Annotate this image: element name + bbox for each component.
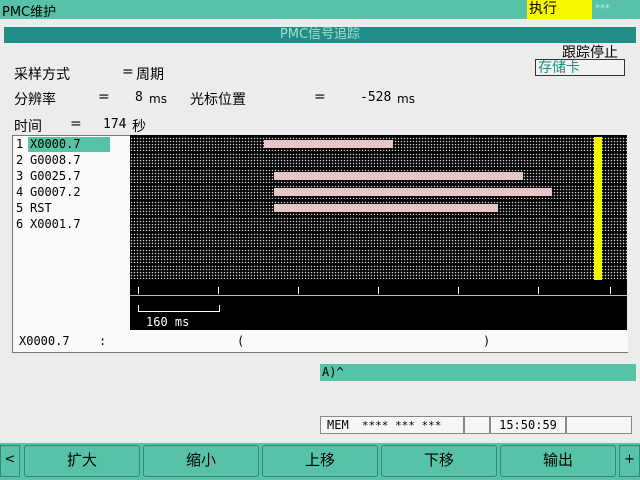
time-value: 174: [103, 117, 127, 132]
time-unit: 秒: [132, 119, 146, 135]
sampling-label: 采样方式: [14, 67, 70, 83]
selected-signal-line: X0000.7 : ( ): [12, 330, 628, 353]
status-mode: MEM: [327, 418, 349, 432]
status-mode-box: MEM **** *** ***: [320, 416, 464, 434]
trace-lane: [130, 217, 627, 231]
trace-lane: [130, 265, 627, 279]
signal-row-6[interactable]: 6 X0001.7: [16, 217, 83, 232]
status-clock: 15:50:59: [490, 416, 566, 434]
signal-number: 4: [16, 185, 24, 199]
signal-name: X0000.7: [28, 137, 110, 152]
signal-row-2[interactable]: 2 G0008.7: [16, 153, 83, 168]
signal-on-segment: [274, 188, 552, 196]
signal-number: 1: [16, 137, 24, 151]
signal-number: 3: [16, 169, 24, 183]
signal-number: 2: [16, 153, 24, 167]
time-tick: [298, 287, 299, 294]
softkey-prev-button[interactable]: <: [0, 445, 20, 477]
paren-open: (: [237, 334, 245, 348]
status-empty-box: [464, 416, 490, 434]
softkey-up-button[interactable]: 上移: [262, 445, 378, 477]
softkey-next-button[interactable]: +: [619, 445, 640, 477]
exec-mode-indicator: 执行: [527, 0, 592, 19]
signal-row-5[interactable]: 5 RST: [16, 201, 54, 216]
time-tick: [218, 287, 219, 294]
signal-row-3[interactable]: 3 G0025.7: [16, 169, 83, 184]
sampling-value: 周期: [136, 67, 164, 83]
resolution-value: 8: [135, 90, 143, 105]
scale-bracket-right: [219, 305, 220, 312]
trace-lane: [130, 233, 627, 247]
signal-name: G0025.7: [30, 169, 81, 183]
trace-lane: [130, 249, 627, 263]
cursor-unit: ms: [397, 92, 415, 106]
signal-on-segment: [274, 204, 498, 212]
trace-lane: [130, 153, 627, 167]
cursor-eq: =: [314, 89, 326, 105]
time-tick: [378, 287, 379, 294]
resolution-eq: =: [98, 89, 110, 105]
status-stars: **** *** ***: [361, 419, 442, 432]
sampling-eq: =: [122, 64, 134, 80]
time-tick: [138, 287, 139, 294]
screen-mode-title: PMC维护: [2, 5, 57, 20]
time-tick: [610, 287, 611, 294]
resolution-unit: ms: [149, 92, 167, 106]
signal-name: G0008.7: [30, 153, 81, 167]
time-axis: [130, 295, 627, 296]
signal-name: RST: [30, 201, 52, 215]
signal-name: X0001.7: [30, 217, 81, 231]
page-title: PMC信号追踪: [4, 27, 636, 43]
selected-signal-colon: :: [99, 334, 107, 348]
softkey-output-button[interactable]: 输出: [500, 445, 616, 477]
softkey-down-button[interactable]: 下移: [381, 445, 497, 477]
mode-stars: ***: [592, 0, 640, 19]
memory-card-button[interactable]: 存储卡: [535, 59, 625, 76]
time-eq: =: [70, 116, 82, 132]
status-blank-box: [566, 416, 632, 434]
time-label: 时间: [14, 119, 42, 135]
cursor-label: 光标位置: [190, 92, 246, 108]
signal-number: 6: [16, 217, 24, 231]
time-tick: [538, 287, 539, 294]
signal-name: G0007.2: [30, 185, 81, 199]
scale-bracket: [138, 311, 220, 312]
signal-on-segment: [264, 140, 393, 148]
signal-on-segment: [274, 172, 523, 180]
signal-number: 5: [16, 201, 24, 215]
time-tick: [458, 287, 459, 294]
resolution-label: 分辨率: [14, 92, 56, 108]
softkey-expand-button[interactable]: 扩大: [24, 445, 140, 477]
key-input-line[interactable]: A)^: [320, 364, 636, 381]
signal-row-1[interactable]: 1 X0000.7: [16, 137, 110, 152]
signal-row-4[interactable]: 4 G0007.2: [16, 185, 83, 200]
softkey-shrink-button[interactable]: 缩小: [143, 445, 259, 477]
cursor-value: -528: [360, 90, 392, 105]
paren-close: ): [483, 334, 491, 348]
scale-label: 160 ms: [146, 315, 190, 329]
selected-signal-name: X0000.7: [19, 334, 70, 348]
trace-cursor[interactable]: [594, 137, 602, 280]
trace-graph[interactable]: 160 ms: [130, 135, 627, 330]
